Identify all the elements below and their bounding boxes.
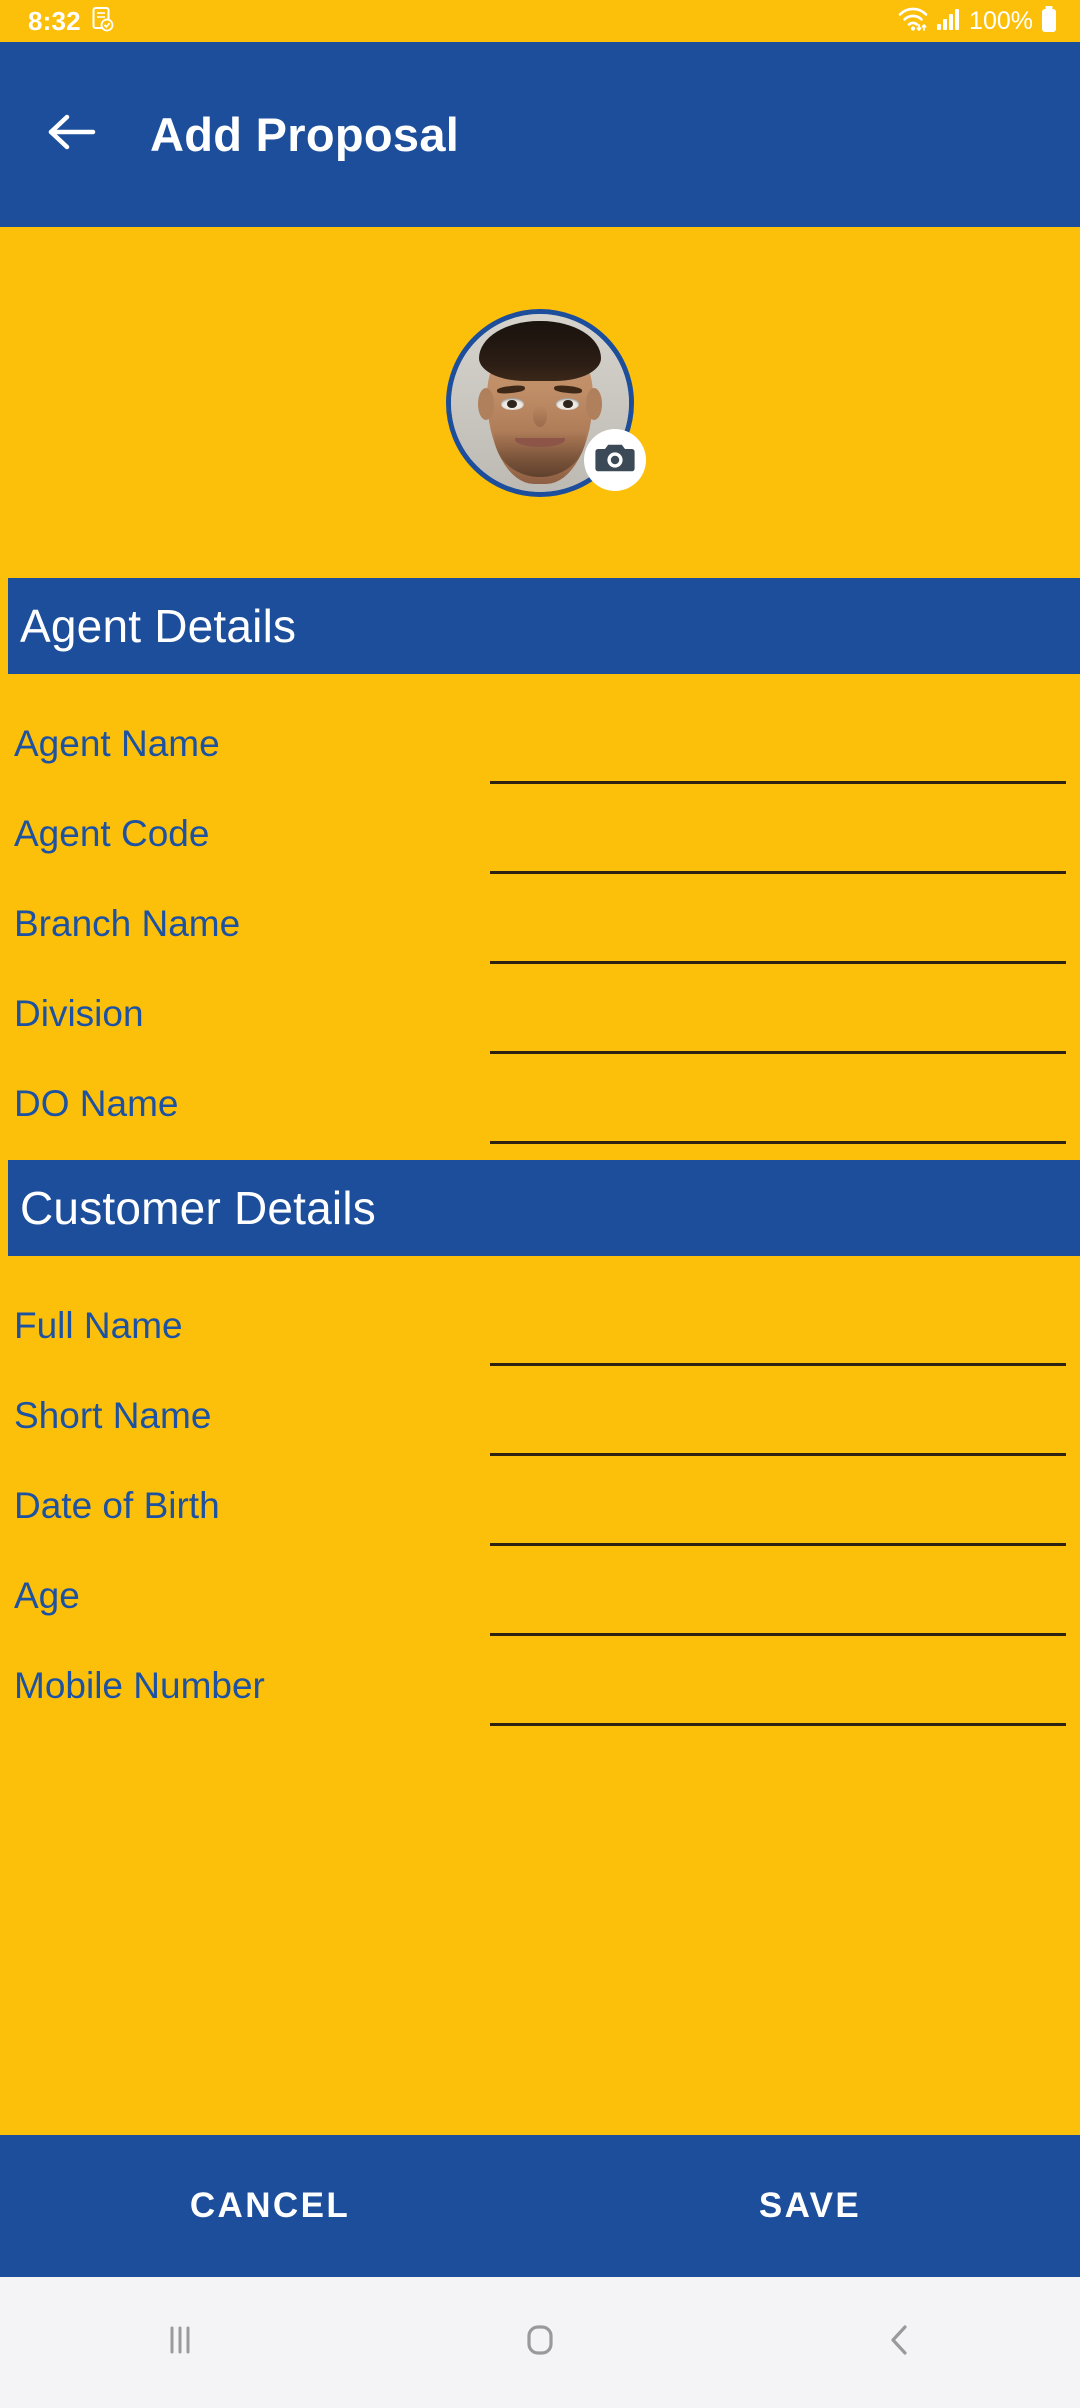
recents-button[interactable]: [120, 2277, 240, 2408]
status-bar-clock: 8:32: [28, 6, 81, 36]
label-short-name: Short Name: [14, 1395, 212, 1436]
form-row-date-of-birth: Date of Birth: [0, 1456, 1080, 1546]
battery-percent-label: 100%: [969, 6, 1033, 35]
recents-icon: [160, 2317, 200, 2368]
home-button[interactable]: [480, 2277, 600, 2408]
status-bar: 8:32 100%: [0, 0, 1080, 42]
label-division: Division: [14, 993, 144, 1034]
save-button[interactable]: SAVE: [540, 2186, 1080, 2226]
label-agent-code: Agent Code: [14, 813, 210, 854]
section-header-agent-details: Agent Details: [0, 578, 1080, 674]
page-title: Add Proposal: [150, 108, 460, 161]
home-icon: [518, 2317, 562, 2368]
section-title: Customer Details: [20, 1182, 376, 1234]
label-mobile-number: Mobile Number: [14, 1665, 265, 1706]
label-branch-name: Branch Name: [14, 903, 241, 944]
profile-photo-section: [0, 227, 1080, 578]
form-row-mobile-number: Mobile Number: [0, 1636, 1080, 1726]
form-scroll-area[interactable]: Agent Details Agent Name Agent Code Bran…: [0, 578, 1080, 2135]
input-branch-name[interactable]: [490, 902, 1066, 964]
form-row-agent-name: Agent Name: [0, 694, 1080, 784]
proposal-form: Agent Details Agent Name Agent Code Bran…: [0, 578, 1080, 1726]
cellular-signal-icon: [936, 7, 962, 36]
battery-icon: [1040, 5, 1058, 38]
avatar-wrapper[interactable]: [446, 308, 646, 497]
arrow-left-icon: [46, 112, 98, 157]
change-photo-button[interactable]: [584, 428, 646, 491]
input-division[interactable]: [490, 992, 1066, 1054]
input-full-name[interactable]: [490, 1304, 1066, 1366]
input-age[interactable]: [490, 1574, 1066, 1636]
form-row-age: Age: [0, 1546, 1080, 1636]
input-short-name[interactable]: [490, 1394, 1066, 1456]
status-bar-left: 8:32: [28, 6, 115, 37]
app-bar: Add Proposal: [0, 42, 1080, 227]
input-agent-name[interactable]: [490, 722, 1066, 784]
label-date-of-birth: Date of Birth: [14, 1485, 220, 1526]
status-bar-right: 100%: [897, 5, 1058, 38]
back-chevron-icon: [880, 2317, 920, 2368]
input-mobile-number[interactable]: [490, 1664, 1066, 1726]
label-agent-name: Agent Name: [14, 723, 220, 764]
input-do-name[interactable]: [490, 1082, 1066, 1144]
form-row-do-name: DO Name: [0, 1054, 1080, 1144]
note-icon: [91, 6, 115, 37]
form-row-short-name: Short Name: [0, 1366, 1080, 1456]
input-date-of-birth[interactable]: [490, 1484, 1066, 1546]
android-navigation-bar: [0, 2277, 1080, 2408]
wifi-icon: [897, 5, 929, 38]
cancel-button[interactable]: CANCEL: [0, 2186, 540, 2226]
bottom-action-bar: CANCEL SAVE: [0, 2135, 1080, 2277]
back-button[interactable]: [44, 107, 100, 163]
form-row-branch-name: Branch Name: [0, 874, 1080, 964]
label-age: Age: [14, 1575, 80, 1616]
input-agent-code[interactable]: [490, 812, 1066, 874]
back-button-nav[interactable]: [840, 2277, 960, 2408]
section-header-customer-details: Customer Details: [0, 1160, 1080, 1256]
label-full-name: Full Name: [14, 1305, 183, 1346]
section-title: Agent Details: [20, 600, 297, 652]
camera-icon: [595, 440, 635, 479]
form-row-full-name: Full Name: [0, 1276, 1080, 1366]
form-row-division: Division: [0, 964, 1080, 1054]
form-row-agent-code: Agent Code: [0, 784, 1080, 874]
label-do-name: DO Name: [14, 1083, 179, 1124]
